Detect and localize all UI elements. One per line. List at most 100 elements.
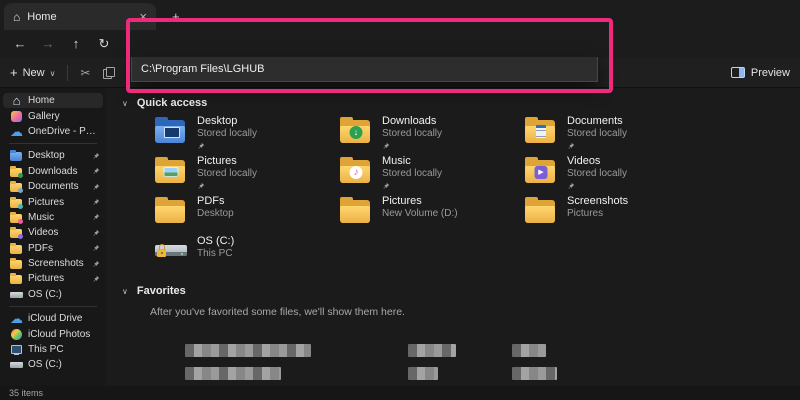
pictures-folder-icon: [10, 196, 23, 209]
tile-name: Screenshots: [567, 195, 628, 208]
folder-icon: [339, 196, 373, 225]
folder-icon: [10, 242, 23, 255]
tile-pictures[interactable]: Pictures Stored locally: [154, 155, 339, 193]
tile-downloads[interactable]: Downloads Stored locally: [339, 115, 524, 153]
sidebar-item-icloud-drive[interactable]: iCloud Drive: [3, 311, 103, 326]
downloads-folder-icon: [339, 116, 373, 145]
sidebar-item-pdfs[interactable]: PDFs: [3, 241, 103, 256]
tile-pdfs[interactable]: PDFs Desktop: [154, 195, 339, 233]
pin-icon: [567, 142, 575, 150]
pin-icon: [92, 183, 100, 191]
address-suggestion-item[interactable]: C:\Program Files\LGHUB: [141, 63, 264, 75]
quick-access-section-header[interactable]: Quick access: [106, 88, 800, 112]
sidebar-separator: [9, 306, 97, 307]
this-pc-icon: [10, 343, 23, 356]
sidebar-item-home[interactable]: Home: [3, 93, 103, 108]
pin-icon: [92, 229, 100, 237]
drive-icon: [10, 288, 23, 301]
sidebar-item-label: Pictures: [28, 273, 87, 284]
pin-icon: [197, 142, 205, 150]
sidebar-item-videos[interactable]: Videos: [3, 225, 103, 240]
sidebar-item-label: OS (C:): [28, 359, 100, 370]
sidebar-item-label: OneDrive - Personal: [28, 126, 100, 137]
tile-pictures-d[interactable]: Pictures New Volume (D:): [339, 195, 524, 233]
sidebar-item-music[interactable]: Music: [3, 210, 103, 225]
folder-icon: [154, 196, 188, 225]
redacted-item: [512, 344, 546, 357]
collapse-chevron-icon[interactable]: [122, 98, 128, 108]
pin-icon: [92, 198, 100, 206]
pin-icon: [567, 182, 575, 190]
pin-icon: [92, 244, 100, 252]
tile-name: Pictures: [382, 195, 458, 208]
tile-subtitle: New Volume (D:): [382, 208, 458, 220]
drive-icon: [10, 358, 23, 371]
items-count: 35 items: [9, 388, 43, 398]
sidebar-item-label: Music: [28, 212, 87, 223]
lock-icon: [157, 249, 166, 257]
refresh-button[interactable]: [92, 33, 116, 55]
home-icon: [13, 10, 20, 24]
forward-button[interactable]: [36, 33, 60, 55]
favorites-empty-message: After you've favorited some files, we'll…: [106, 300, 800, 318]
pictures-folder-icon: [154, 156, 188, 185]
navigation-sidebar: Home Gallery OneDrive - Personal Desktop…: [0, 88, 106, 386]
tile-subtitle: Stored locally: [382, 168, 442, 180]
up-button[interactable]: [64, 33, 88, 55]
sidebar-item-this-pc[interactable]: This PC: [3, 342, 103, 357]
sidebar-item-label: Home: [28, 95, 100, 106]
new-tab-button[interactable]: [166, 3, 186, 30]
pin-icon: [197, 182, 205, 190]
icloud-drive-icon: [10, 312, 23, 325]
tile-screenshots[interactable]: Screenshots Pictures: [524, 195, 709, 233]
sidebar-item-label: Pictures: [28, 197, 87, 208]
sidebar-item-downloads[interactable]: Downloads: [3, 164, 103, 179]
collapse-chevron-icon[interactable]: [122, 286, 128, 296]
tile-videos[interactable]: Videos Stored locally: [524, 155, 709, 193]
desktop-folder-icon: [154, 116, 188, 145]
music-folder-icon: [10, 211, 23, 224]
sidebar-item-pictures[interactable]: Pictures: [3, 194, 103, 209]
sidebar-item-screenshots[interactable]: Screenshots: [3, 256, 103, 271]
redacted-item: [512, 367, 557, 380]
preview-toggle-button[interactable]: Preview: [731, 67, 790, 79]
sidebar-item-os-c[interactable]: OS (C:): [3, 287, 103, 302]
sidebar-item-desktop[interactable]: Desktop: [3, 148, 103, 163]
tile-desktop[interactable]: Desktop Stored locally: [154, 115, 339, 153]
recent-files-redacted: [106, 344, 800, 384]
tile-documents[interactable]: Documents Stored locally: [524, 115, 709, 153]
pin-icon: [92, 167, 100, 175]
sidebar-item-gallery[interactable]: Gallery: [3, 108, 103, 123]
favorites-section-header[interactable]: Favorites: [106, 273, 800, 300]
plus-icon: [10, 65, 18, 80]
tile-subtitle: Stored locally: [567, 168, 627, 180]
toolbar-divider: [67, 65, 68, 81]
new-button[interactable]: New: [10, 65, 55, 80]
sidebar-item-pictures-2[interactable]: Pictures: [3, 271, 103, 286]
redacted-item: [408, 344, 456, 357]
redacted-item: [408, 367, 438, 380]
home-icon: [10, 94, 23, 107]
section-title: Quick access: [137, 97, 207, 109]
explorer-tab-home[interactable]: Home: [4, 3, 156, 30]
downloads-folder-icon: [10, 165, 23, 178]
tile-name: PDFs: [197, 195, 234, 208]
pin-icon: [382, 142, 390, 150]
back-button[interactable]: [8, 33, 32, 55]
copy-button[interactable]: [103, 67, 113, 78]
tile-subtitle: This PC: [197, 248, 234, 260]
sidebar-item-onedrive[interactable]: OneDrive - Personal: [3, 124, 103, 139]
main-content: Quick access Desktop Stored locally Down…: [106, 88, 800, 386]
address-suggestion-dropdown: C:\Program Files\LGHUB: [131, 57, 598, 82]
folder-icon: [10, 257, 23, 270]
tile-os-c[interactable]: OS (C:) This PC: [154, 235, 339, 273]
title-bar: Home: [0, 0, 800, 30]
sidebar-item-icloud-photos[interactable]: iCloud Photos: [3, 326, 103, 341]
documents-folder-icon: [524, 116, 558, 145]
tile-music[interactable]: Music Stored locally: [339, 155, 524, 193]
tab-close-icon[interactable]: [139, 10, 147, 23]
sidebar-item-os-c-2[interactable]: OS (C:): [3, 357, 103, 372]
cut-button[interactable]: [80, 66, 90, 80]
sidebar-item-label: iCloud Drive: [28, 313, 100, 324]
sidebar-item-documents[interactable]: Documents: [3, 179, 103, 194]
